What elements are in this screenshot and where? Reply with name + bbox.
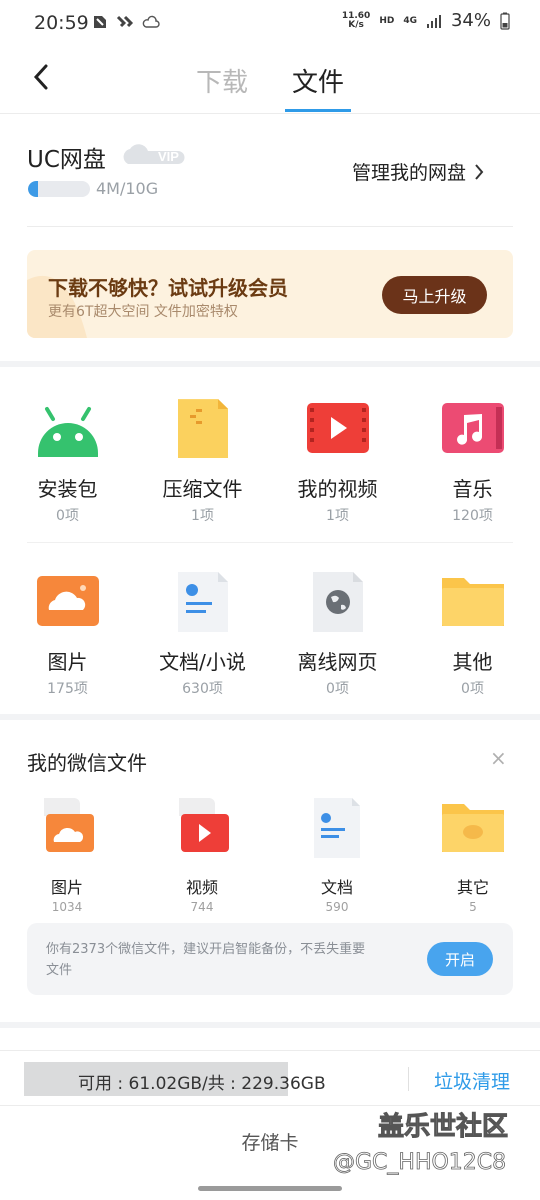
category-name: 音乐 [452, 477, 493, 501]
zip-icon [177, 399, 228, 458]
enable-backup-button[interactable]: 开启 [427, 942, 493, 976]
wechat-item-image[interactable]: 图片 1034 [27, 798, 107, 914]
folder-icon [441, 578, 504, 626]
file-category-grid: 安装包 0项 压缩文件 1项 我的视频 1项 音乐 120项 图片 175项 文… [0, 367, 540, 714]
home-indicator[interactable] [198, 1186, 342, 1191]
tools-notification-icon [116, 15, 134, 28]
upgrade-promo-banner[interactable]: 下载不够快？试试升级会员 更有6T超大空间 文件加密特权 马上升级 [27, 250, 513, 338]
battery-icon [500, 12, 510, 30]
wechat-item-count: 5 [469, 900, 477, 914]
wechat-video-icon [179, 798, 229, 852]
video-icon [306, 403, 369, 453]
category-count: 120项 [452, 508, 493, 524]
network-type: 4G [403, 15, 417, 26]
wechat-item-other[interactable]: 其它 5 [433, 798, 513, 914]
manage-disk-link[interactable]: 管理我的网盘 [352, 158, 484, 185]
watermark-community: 盖乐世社区 [377, 1112, 509, 1143]
wechat-item-name: 其它 [456, 878, 489, 897]
music-icon [441, 403, 504, 453]
android-icon [37, 407, 98, 457]
system-indicators: 11.60 K/s HD 4G 34% [342, 10, 510, 31]
divider [27, 226, 513, 227]
category-name: 压缩文件 [162, 477, 243, 501]
category-count: 630项 [182, 681, 223, 697]
wechat-item-count: 744 [190, 900, 214, 914]
status-bar: 20:59 11.60 K/s HD 4G 34% [0, 0, 540, 50]
category-zip[interactable]: 压缩文件 1项 [135, 399, 270, 525]
tab-active-indicator [285, 109, 351, 112]
category-name: 图片 [47, 650, 88, 674]
section-separator [0, 1022, 540, 1028]
svg-text:VIP: VIP [158, 149, 179, 164]
divider [27, 542, 513, 543]
document-icon [177, 572, 228, 632]
top-nav: 下载 文件 [0, 50, 540, 114]
category-count: 0项 [326, 681, 349, 697]
category-count: 0项 [461, 681, 484, 697]
promo-title: 下载不够快？试试升级会员 [48, 276, 288, 300]
wechat-section-title: 我的微信文件 [27, 751, 147, 775]
status-time: 20:59 [34, 12, 89, 34]
category-offline-page[interactable]: 离线网页 0项 [270, 572, 405, 698]
divider [408, 1067, 409, 1091]
category-video[interactable]: 我的视频 1项 [270, 399, 405, 525]
tab-download[interactable]: 下载 [196, 62, 248, 99]
tab-files[interactable]: 文件 [292, 62, 344, 99]
notification-icons [92, 14, 160, 30]
storage-bar-row: 可用 : 61.02GB/共 : 229.36GB 垃圾清理 [0, 1050, 540, 1106]
disk-usage-bar [28, 181, 90, 197]
disk-usage-fill [28, 181, 38, 197]
category-name: 离线网页 [297, 650, 378, 674]
category-name: 安装包 [37, 477, 98, 501]
wechat-image-icon [44, 798, 94, 852]
signal-icon [426, 14, 441, 28]
hd-indicator: HD [379, 15, 395, 26]
battery-percent: 34% [450, 10, 491, 31]
wechat-item-document[interactable]: 文档 590 [297, 798, 377, 914]
category-count: 175项 [47, 681, 88, 697]
net-speed: 11.60 K/s [341, 10, 371, 30]
category-count: 0项 [56, 508, 79, 524]
wechat-folder-icon [442, 804, 504, 852]
category-count: 1项 [326, 508, 349, 524]
news-notification-icon [94, 16, 106, 28]
wechat-document-icon [314, 798, 360, 858]
wechat-files-section: 我的微信文件 × 图片 1034 视频 744 文档 590 其它 5 你有23… [0, 720, 540, 1022]
category-music[interactable]: 音乐 120项 [405, 399, 540, 525]
chevron-right-icon [475, 163, 484, 180]
category-count: 1项 [191, 508, 214, 524]
cloud-disk-title: UC网盘 [27, 147, 106, 173]
promo-subtitle: 更有6T超大空间 文件加密特权 [48, 304, 238, 320]
category-document[interactable]: 文档/小说 630项 [135, 572, 270, 698]
category-image[interactable]: 图片 175项 [0, 572, 135, 698]
close-icon[interactable]: × [490, 746, 507, 770]
wechat-item-name: 视频 [185, 878, 218, 897]
disk-usage-text: 4M/10G [96, 179, 159, 198]
watermark-handle: @GC_HHO12C8 [333, 1150, 507, 1176]
globe-icon [312, 572, 363, 632]
backup-message: 你有2373个微信文件，建议开启智能备份，不丢失重要文件 [46, 942, 366, 978]
category-other[interactable]: 其他 0项 [405, 572, 540, 698]
wechat-item-video[interactable]: 视频 744 [162, 798, 242, 914]
back-arrow-icon[interactable] [28, 62, 58, 92]
smart-backup-card: 你有2373个微信文件，建议开启智能备份，不丢失重要文件 开启 [27, 923, 513, 995]
wechat-item-name: 图片 [50, 878, 83, 897]
image-icon [36, 576, 99, 626]
wechat-item-count: 590 [325, 900, 349, 914]
wechat-item-count: 1034 [51, 900, 83, 914]
cloud-disk-card: UC网盘 VIP 4M/10G 管理我的网盘 下载不够快？试试升级会员 更有6T… [0, 114, 540, 361]
category-name: 文档/小说 [159, 650, 246, 674]
manage-disk-label: 管理我的网盘 [352, 162, 467, 184]
category-name: 其他 [452, 650, 493, 674]
category-name: 我的视频 [297, 477, 378, 501]
vip-cloud-badge: VIP [123, 144, 185, 164]
storage-usage-text: 可用 : 61.02GB/共 : 229.36GB [78, 1074, 326, 1094]
weather-icon [142, 15, 160, 28]
category-apk[interactable]: 安装包 0项 [0, 399, 135, 525]
wechat-item-name: 文档 [320, 878, 353, 897]
junk-clean-button[interactable]: 垃圾清理 [434, 1067, 510, 1094]
upgrade-now-button[interactable]: 马上升级 [382, 276, 487, 314]
